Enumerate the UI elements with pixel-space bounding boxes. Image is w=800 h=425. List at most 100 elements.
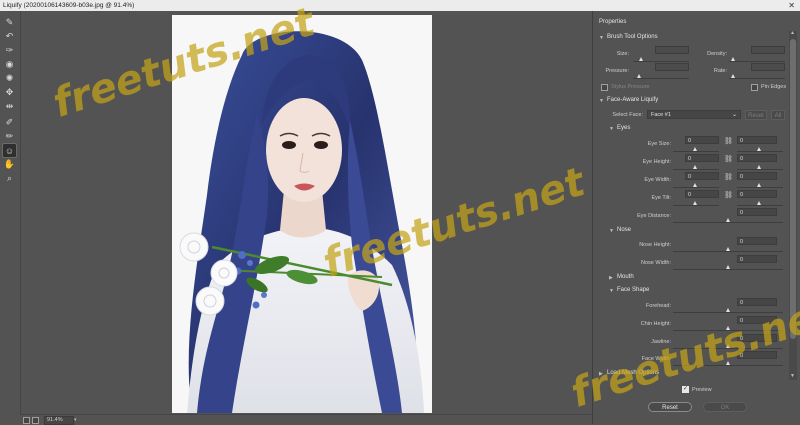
jawline-track[interactable] (673, 348, 783, 349)
expand-load-mesh-icon[interactable]: ▶ (599, 371, 603, 377)
forehead-track[interactable] (673, 312, 783, 313)
link-eyes-icon[interactable]: ⛓ (724, 137, 733, 145)
preview-canvas[interactable] (21, 11, 590, 414)
link-eyes-icon[interactable]: ⛓ (724, 155, 733, 163)
eye-tilt-left-track[interactable] (673, 205, 719, 206)
density-field[interactable] (751, 46, 785, 54)
eye-size-left-thumb[interactable] (693, 147, 697, 151)
density-slider-track[interactable] (729, 61, 785, 62)
forehead-field[interactable]: 0 (737, 298, 777, 306)
eye-distance-track[interactable] (673, 222, 783, 223)
face-aware-header[interactable]: Face-Aware Liquify (607, 97, 658, 103)
zoom-tool-icon[interactable]: ⌕ (3, 172, 16, 185)
face-width-thumb[interactable] (726, 361, 730, 365)
eye-width-left-field[interactable]: 0 (685, 172, 719, 180)
reset-button[interactable]: Reset (648, 402, 692, 412)
twirl-clockwise-tool-icon[interactable]: ◉ (3, 58, 16, 71)
face-shape-header[interactable]: Face Shape (617, 287, 649, 293)
mouth-header[interactable]: Mouth (617, 274, 634, 280)
scroll-down-icon[interactable]: ▼ (790, 373, 795, 379)
freeze-mask-tool-icon[interactable]: ✐ (3, 116, 16, 129)
eye-height-left-track[interactable] (673, 169, 719, 170)
face-all-button[interactable]: All (771, 110, 785, 120)
face-width-track[interactable] (673, 365, 783, 366)
rate-field[interactable] (751, 63, 785, 71)
eye-size-right-track[interactable] (737, 151, 783, 152)
nose-width-field[interactable]: 0 (737, 255, 777, 263)
stylus-pressure-checkbox[interactable] (601, 84, 608, 91)
eye-width-right-field[interactable]: 0 (737, 172, 777, 180)
thaw-mask-tool-icon[interactable]: ✏ (3, 130, 16, 143)
eyes-header[interactable]: Eyes (617, 125, 630, 131)
chin-height-track[interactable] (673, 330, 783, 331)
forehead-thumb[interactable] (726, 308, 730, 312)
size-field[interactable] (655, 46, 689, 54)
pressure-field[interactable] (655, 63, 689, 71)
eye-tilt-right-field[interactable]: 0 (737, 190, 777, 198)
zoom-dropdown-icon[interactable]: ▾ (74, 417, 77, 423)
eye-width-left-track[interactable] (673, 187, 719, 188)
eye-height-left-thumb[interactable] (693, 165, 697, 169)
eye-height-left-field[interactable]: 0 (685, 154, 719, 162)
smooth-tool-icon[interactable]: ✑ (3, 44, 16, 57)
rate-slider-track[interactable] (729, 78, 785, 79)
expand-mouth-icon[interactable]: ▶ (609, 275, 613, 281)
nose-width-thumb[interactable] (726, 265, 730, 269)
eye-width-right-track[interactable] (737, 187, 783, 188)
view-toggle-b[interactable] (32, 417, 39, 424)
view-toggle-a[interactable] (23, 417, 30, 424)
eye-distance-thumb[interactable] (726, 218, 730, 222)
collapse-face-shape-icon[interactable]: ▼ (609, 288, 614, 294)
pressure-slider-track[interactable] (633, 78, 689, 79)
load-mesh-header[interactable]: Load Mesh Options (607, 370, 659, 376)
ok-button[interactable]: OK (703, 402, 747, 412)
density-slider-thumb[interactable] (731, 57, 735, 61)
nose-width-track[interactable] (673, 269, 783, 270)
collapse-eyes-icon[interactable]: ▼ (609, 126, 614, 132)
portrait-photo[interactable] (172, 15, 432, 413)
scrollbar-thumb[interactable] (790, 39, 796, 339)
eye-size-right-field[interactable]: 0 (737, 136, 777, 144)
hand-tool-icon[interactable]: ✋ (3, 158, 16, 171)
eye-tilt-left-field[interactable]: 0 (685, 190, 719, 198)
jawline-thumb[interactable] (726, 344, 730, 348)
nose-height-track[interactable] (673, 251, 783, 252)
eye-distance-field[interactable]: 0 (737, 208, 777, 216)
push-left-tool-icon[interactable]: ⇹ (3, 100, 16, 113)
face-width-field[interactable]: 0 (737, 351, 777, 359)
link-eyes-icon[interactable]: ⛓ (724, 191, 733, 199)
panel-scrollbar[interactable]: ▲ ▼ (789, 30, 797, 380)
eye-width-right-thumb[interactable] (757, 183, 761, 187)
eye-tilt-right-track[interactable] (737, 205, 783, 206)
forward-warp-tool-icon[interactable]: ✎ (3, 16, 16, 29)
eye-size-left-field[interactable]: 0 (685, 136, 719, 144)
jawline-field[interactable]: 0 (737, 334, 777, 342)
link-eyes-icon[interactable]: ⛓ (724, 173, 733, 181)
eye-tilt-left-thumb[interactable] (693, 201, 697, 205)
size-slider-thumb[interactable] (639, 57, 643, 61)
select-face-dropdown[interactable]: Face #1 ⌄ (647, 110, 741, 119)
size-slider-track[interactable] (633, 61, 689, 62)
collapse-nose-icon[interactable]: ▼ (609, 228, 614, 234)
collapse-brush-icon[interactable]: ▼ (599, 35, 604, 41)
eye-height-right-thumb[interactable] (757, 165, 761, 169)
eye-width-left-thumb[interactable] (693, 183, 697, 187)
close-icon[interactable]: ✕ (788, 0, 795, 11)
rate-slider-thumb[interactable] (731, 74, 735, 78)
face-tool-icon[interactable]: ☺ (2, 143, 17, 158)
chin-height-field[interactable]: 0 (737, 316, 777, 324)
preview-checkbox[interactable] (682, 385, 689, 393)
eye-height-right-field[interactable]: 0 (737, 154, 777, 162)
scroll-up-icon[interactable]: ▲ (790, 30, 795, 36)
collapse-face-icon[interactable]: ▼ (599, 98, 604, 104)
chin-height-thumb[interactable] (726, 326, 730, 330)
eye-size-left-track[interactable] (673, 151, 719, 152)
reconstruct-tool-icon[interactable]: ↶ (3, 30, 16, 43)
pucker-tool-icon[interactable]: ✺ (3, 72, 16, 85)
bloat-tool-icon[interactable]: ✥ (3, 86, 16, 99)
eye-tilt-right-thumb[interactable] (757, 201, 761, 205)
nose-height-field[interactable]: 0 (737, 237, 777, 245)
pin-edges-checkbox[interactable] (751, 84, 758, 91)
nose-height-thumb[interactable] (726, 247, 730, 251)
nose-header[interactable]: Nose (617, 227, 631, 233)
